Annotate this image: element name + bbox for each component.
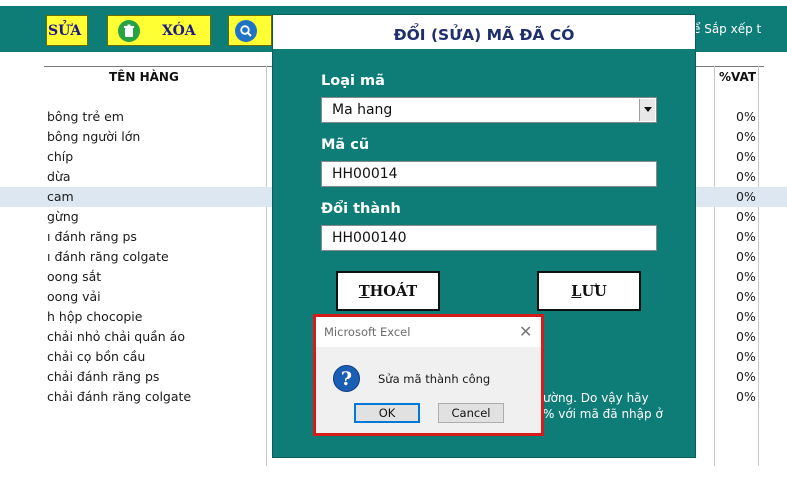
- row-vat-value: 0%: [736, 129, 756, 144]
- delete-button-label: XÓA: [162, 22, 196, 39]
- delete-button[interactable]: XÓA: [107, 15, 211, 46]
- sort-button[interactable]: ể Sắp xếp t: [693, 22, 761, 36]
- form-title: ĐỔI (SỬA) MÃ ĐÃ CÓ: [393, 26, 575, 44]
- row-vat-value: 0%: [736, 209, 756, 224]
- row-vat-value: 0%: [736, 329, 756, 344]
- row-vat-value: 0%: [736, 169, 756, 184]
- row-item-name: oong sắt: [47, 269, 102, 284]
- row-vat-value: 0%: [736, 249, 756, 264]
- row-item-name: bông người lớn: [47, 129, 141, 144]
- old-code-label: Mã cũ: [321, 137, 370, 153]
- row-vat-value: 0%: [736, 389, 756, 404]
- column-header-vat: %VAT: [719, 70, 757, 84]
- edit-button[interactable]: SỬA: [46, 15, 88, 46]
- row-item-name: chải đánh răng ps: [47, 369, 160, 384]
- row-item-name: chải đánh răng colgate: [47, 389, 192, 404]
- save-button-accel: L: [571, 282, 582, 300]
- message-text: Sửa mã thành công: [378, 372, 491, 386]
- old-code-input[interactable]: HH00014: [321, 161, 657, 187]
- new-code-label: Đổi thành: [321, 201, 401, 217]
- note-line-1: ường. Do vậy hãy: [543, 391, 649, 405]
- excel-window: SỬA XÓA ể Sắp xếp t TÊN HÀNG %VAT bông t…: [0, 0, 787, 477]
- code-type-value: Ma hang: [332, 102, 393, 118]
- row-vat-value: 0%: [736, 369, 756, 384]
- row-vat-value: 0%: [736, 289, 756, 304]
- exit-button-accel: T: [358, 282, 370, 300]
- save-button[interactable]: L ƯU: [537, 271, 641, 311]
- row-item-name: h hộp chocopie: [47, 309, 143, 324]
- note-line-2: % với mã đã nhập ở: [543, 407, 663, 421]
- ok-button[interactable]: OK: [354, 403, 420, 423]
- chevron-down-icon[interactable]: [639, 99, 655, 121]
- message-box-title: Microsoft Excel: [324, 325, 411, 339]
- exit-button-label: HOÁT: [369, 282, 418, 300]
- row-item-name: cam: [47, 189, 74, 204]
- column-header-ten-hang: TÊN HÀNG: [109, 70, 179, 84]
- row-item-name: ı đánh răng ps: [47, 229, 137, 244]
- close-icon[interactable]: ✕: [519, 322, 532, 341]
- cancel-button[interactable]: Cancel: [438, 403, 504, 423]
- row-item-name: chải nhỏ chải quần áo: [47, 329, 185, 344]
- row-item-name: oong vải: [47, 289, 101, 304]
- exit-button[interactable]: T HOÁT: [336, 271, 440, 311]
- old-code-value: HH00014: [332, 166, 398, 182]
- row-vat-value: 0%: [736, 349, 756, 364]
- message-box: Microsoft Excel ✕ ? Sửa mã thành công OK…: [316, 317, 541, 433]
- row-vat-value: 0%: [736, 149, 756, 164]
- row-item-name: ı đánh răng colgate: [47, 249, 169, 264]
- row-vat-value: 0%: [736, 229, 756, 244]
- trash-icon: [118, 19, 140, 42]
- row-vat-value: 0%: [736, 109, 756, 124]
- search-icon: [235, 19, 257, 42]
- search-button[interactable]: [228, 15, 272, 46]
- row-item-name: dừa: [47, 169, 71, 184]
- new-code-input[interactable]: HH000140: [321, 225, 657, 251]
- row-item-name: gừng: [47, 209, 79, 224]
- row-item-name: bông trẻ em: [47, 109, 124, 124]
- message-box-titlebar: Microsoft Excel ✕: [316, 317, 541, 347]
- row-vat-value: 0%: [736, 189, 756, 204]
- row-item-name: chải cọ bồn cầu: [47, 349, 146, 364]
- save-button-label: ƯU: [581, 282, 607, 300]
- row-item-name: chíp: [47, 149, 74, 164]
- new-code-value: HH000140: [332, 230, 407, 246]
- code-type-label: Loại mã: [321, 73, 385, 89]
- code-type-select[interactable]: Ma hang: [321, 97, 657, 123]
- form-titlebar: ĐỔI (SỬA) MÃ ĐÃ CÓ: [273, 15, 695, 49]
- edit-button-label: SỬA: [48, 22, 82, 39]
- question-icon: ?: [333, 365, 360, 392]
- row-vat-value: 0%: [736, 269, 756, 284]
- row-vat-value: 0%: [736, 309, 756, 324]
